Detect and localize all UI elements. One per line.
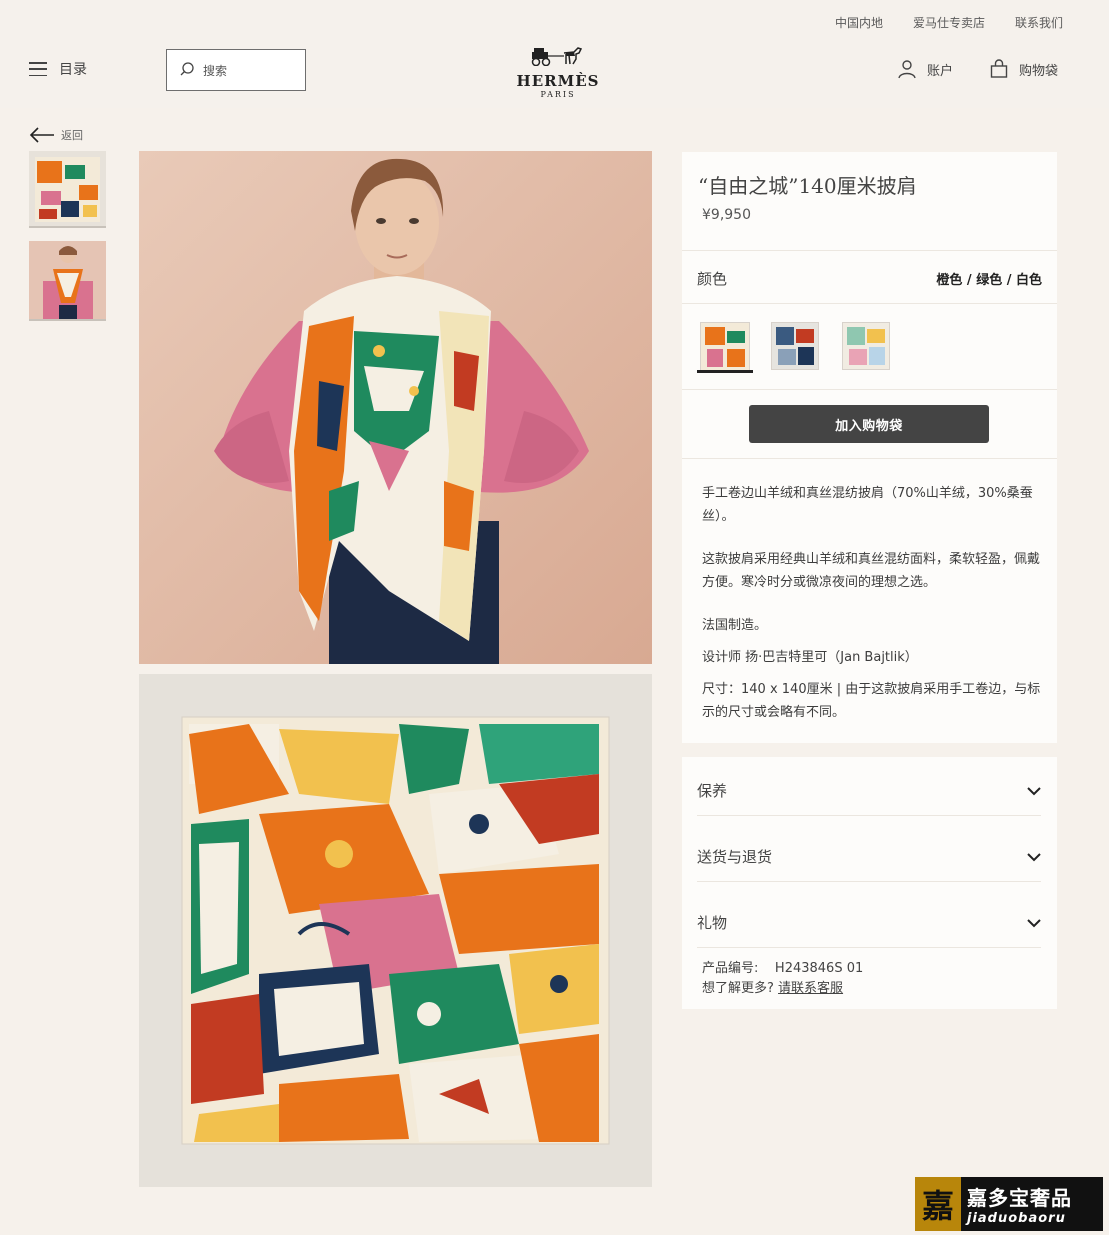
- shopping-bag-button[interactable]: 购物袋: [989, 59, 1058, 79]
- menu-label: 目录: [59, 62, 87, 78]
- search-input[interactable]: 搜索: [166, 49, 306, 91]
- carriage-logo-icon: [531, 47, 583, 67]
- account-button[interactable]: 账户: [897, 59, 953, 79]
- add-to-bag-button[interactable]: 加入购物袋: [749, 405, 989, 443]
- product-title: “自由之城”140厘米披肩: [698, 174, 917, 198]
- top-links: 中国内地 爱马仕专卖店 联系我们: [835, 14, 1063, 31]
- description-composition: 手工卷边山羊绒和真丝混纺披肩（70%山羊绒，30%桑蚕丝）。: [702, 486, 1033, 524]
- color-label: 颜色: [697, 270, 728, 288]
- product-image-model[interactable]: [139, 151, 652, 664]
- color-name: 橙色 / 绿色 / 白色: [936, 273, 1042, 288]
- product-price: ¥9,950: [702, 207, 751, 223]
- account-label: 账户: [927, 63, 954, 79]
- watermark-en: jiaduobaoru: [967, 1211, 1066, 1226]
- logo-city-text: PARIS: [540, 90, 576, 99]
- accordion-care-label: 保养: [697, 782, 728, 800]
- color-swatch-orange[interactable]: [700, 322, 750, 372]
- watermark-logo: 嘉 嘉多宝奢品 jiaduobaoru: [915, 1177, 1103, 1231]
- watermark-seal: 嘉: [915, 1177, 961, 1231]
- chevron-down-icon: [1027, 918, 1041, 927]
- thumbnail-scarf-flat[interactable]: [29, 151, 106, 228]
- search-placeholder: 搜索: [203, 63, 228, 78]
- back-link[interactable]: 返回: [29, 127, 83, 143]
- top-link-stores[interactable]: 爱马仕专卖店: [913, 14, 985, 31]
- description-detail: 这款披肩采用经典山羊绒和真丝混纺面料，柔软轻盈，佩戴方便。寒冷时分或微凉夜间的理…: [702, 552, 1041, 590]
- accordion-gift[interactable]: 礼物: [697, 898, 1041, 948]
- top-link-region[interactable]: 中国内地: [835, 14, 883, 31]
- divider: [682, 389, 1057, 390]
- selected-swatch-indicator: [697, 370, 753, 373]
- chevron-down-icon: [1027, 786, 1041, 795]
- contact-service-link[interactable]: 请联系客服: [778, 981, 843, 996]
- divider: [682, 250, 1057, 251]
- product-reference: 产品编号: H243846S 01: [702, 957, 863, 976]
- accordion-shipping[interactable]: 送货与退货: [697, 832, 1041, 882]
- divider: [682, 458, 1057, 459]
- reference-label: 产品编号:: [702, 961, 759, 976]
- description-origin: 法国制造。: [702, 618, 768, 633]
- thumbnail-model[interactable]: [29, 241, 106, 321]
- accordion-gift-label: 礼物: [697, 914, 728, 932]
- logo-brand-text: HERMÈS: [516, 72, 600, 90]
- color-swatch-light[interactable]: [842, 322, 890, 370]
- watermark-cn: 嘉多宝奢品: [967, 1186, 1072, 1210]
- contact-prompt: 想了解更多? 请联系客服: [702, 977, 843, 996]
- description-designer: 设计师 扬·巴吉特里可（Jan Bajtlik）: [702, 650, 918, 665]
- header: 中国内地 爱马仕专卖店 联系我们 目录 搜索 HERMÈS PARIS 账户 购…: [0, 0, 1109, 108]
- back-label: 返回: [61, 129, 83, 142]
- top-link-contact[interactable]: 联系我们: [1015, 14, 1063, 31]
- chevron-down-icon: [1027, 852, 1041, 861]
- bag-icon: [990, 59, 1008, 78]
- color-swatch-blue[interactable]: [771, 322, 819, 370]
- menu-button[interactable]: 目录: [29, 59, 87, 79]
- search-icon: [179, 61, 195, 80]
- user-icon: [898, 60, 916, 79]
- bag-label: 购物袋: [1019, 63, 1059, 79]
- brand-logo[interactable]: HERMÈS PARIS: [500, 44, 616, 99]
- description-size: 尺寸：140 x 140厘米 | 由于这款披肩采用手工卷边，与标示的尺寸或会略有…: [702, 682, 1041, 720]
- contact-question: 想了解更多?: [702, 981, 774, 996]
- accordion-care[interactable]: 保养: [697, 766, 1041, 816]
- accordion-shipping-label: 送货与退货: [697, 848, 773, 866]
- arrow-left-icon: [29, 127, 54, 143]
- reference-value: H243846S 01: [774, 961, 864, 976]
- product-image-flat[interactable]: [139, 674, 652, 1187]
- hamburger-icon: [29, 62, 47, 76]
- divider: [682, 303, 1057, 304]
